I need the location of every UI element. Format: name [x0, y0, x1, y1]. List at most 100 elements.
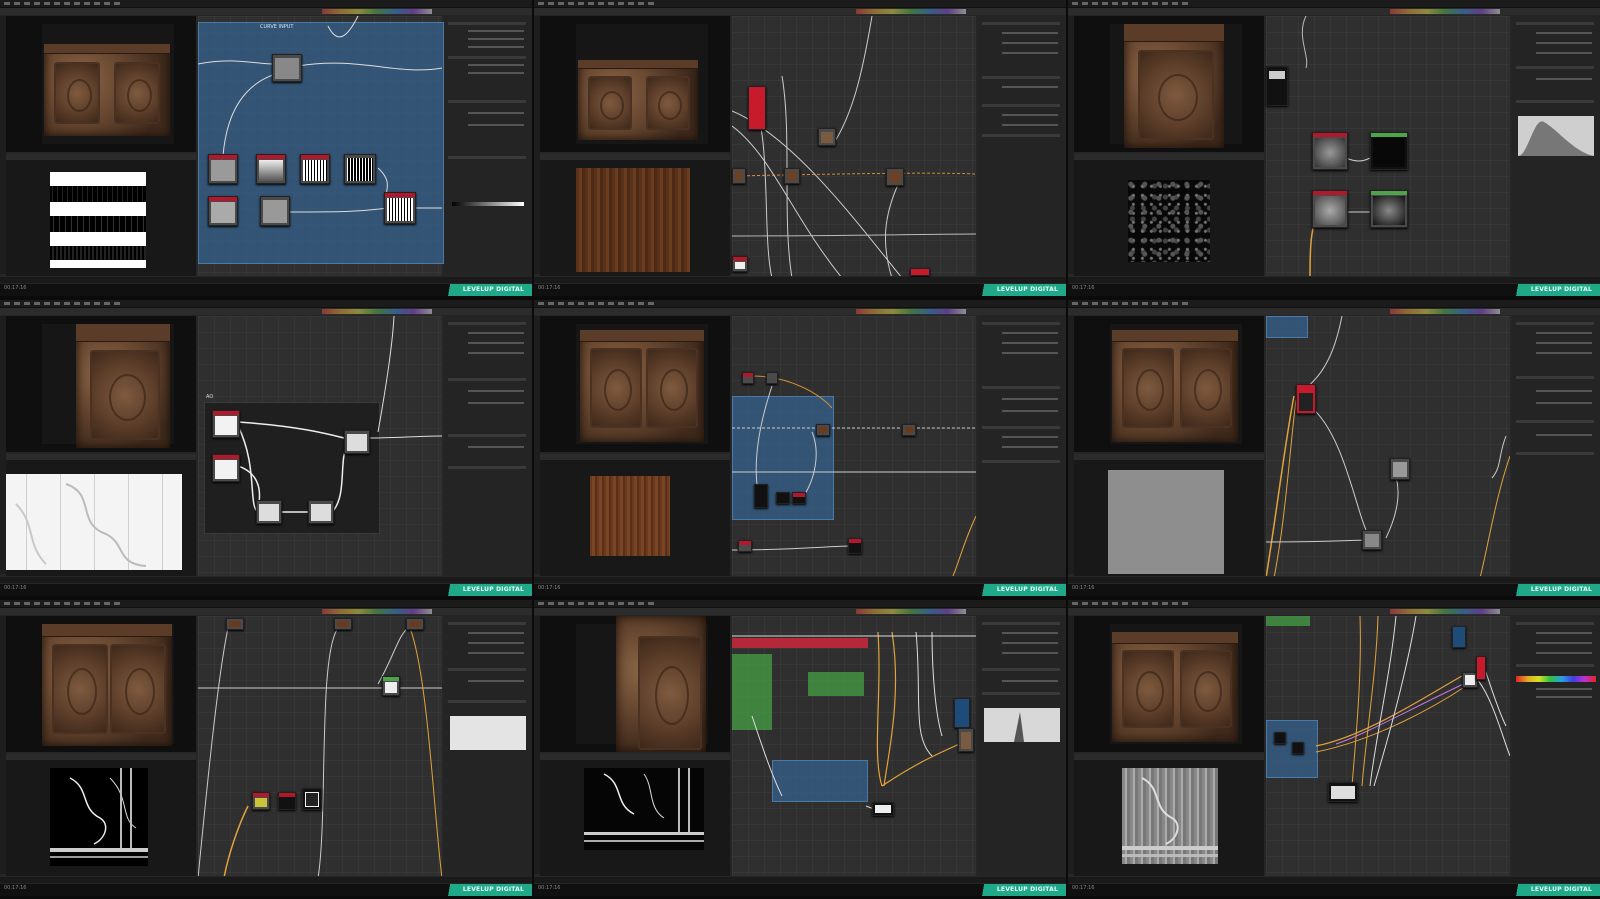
properties-panel[interactable]	[444, 16, 532, 276]
graph-node[interactable]	[256, 154, 286, 184]
graph-view[interactable]	[732, 616, 976, 876]
graph-node[interactable]	[766, 372, 778, 384]
graph-view[interactable]: CURVE INPUT	[198, 16, 444, 276]
graph-node[interactable]	[1328, 782, 1358, 802]
toolbar[interactable]	[534, 308, 1066, 315]
graph-node[interactable]	[1312, 132, 1348, 170]
graph-view[interactable]	[1266, 16, 1510, 276]
graph-node[interactable]	[272, 54, 302, 82]
menu-bar[interactable]	[1068, 600, 1600, 608]
menu-bar[interactable]	[1068, 0, 1600, 8]
menu-bar[interactable]	[534, 300, 1066, 308]
3d-view[interactable]	[1074, 16, 1264, 152]
graph-node[interactable]	[302, 788, 322, 810]
menu-bar[interactable]	[1068, 300, 1600, 308]
graph-node[interactable]	[910, 268, 930, 276]
properties-panel[interactable]	[978, 16, 1066, 276]
color-gradient-bar[interactable]	[1516, 676, 1596, 682]
graph-node[interactable]	[818, 128, 836, 146]
graph-view[interactable]: AO	[198, 316, 442, 576]
graph-node[interactable]	[954, 698, 970, 728]
properties-panel[interactable]	[444, 616, 532, 876]
graph-node[interactable]	[748, 86, 766, 130]
graph-node[interactable]	[334, 618, 352, 630]
graph-node[interactable]	[1476, 656, 1486, 680]
toolbar[interactable]	[1068, 308, 1600, 315]
2d-view[interactable]	[1074, 754, 1264, 876]
toolbar[interactable]	[534, 8, 1066, 15]
graph-node[interactable]	[1370, 132, 1408, 170]
3d-view[interactable]	[1074, 316, 1264, 452]
graph-view[interactable]	[1266, 316, 1510, 576]
graph-node[interactable]	[278, 792, 296, 810]
2d-view[interactable]	[1074, 154, 1264, 276]
graph-node[interactable]	[344, 430, 370, 454]
graph-node[interactable]	[260, 196, 290, 226]
graph-node[interactable]	[344, 154, 376, 184]
3d-view[interactable]	[1074, 616, 1264, 752]
graph-node[interactable]	[784, 168, 800, 184]
graph-node[interactable]	[872, 802, 894, 816]
3d-view[interactable]	[540, 16, 730, 152]
2d-view[interactable]	[540, 754, 730, 876]
toolbar[interactable]	[0, 308, 532, 315]
toolbar[interactable]	[1068, 608, 1600, 615]
properties-panel[interactable]	[1512, 316, 1600, 576]
2d-view[interactable]	[540, 454, 730, 576]
2d-view[interactable]	[6, 454, 196, 576]
graph-node[interactable]	[754, 484, 768, 508]
graph-node[interactable]	[1274, 732, 1286, 744]
graph-node[interactable]	[384, 192, 416, 224]
graph-node[interactable]	[738, 540, 752, 552]
graph-node[interactable]	[848, 538, 862, 554]
3d-view[interactable]	[6, 316, 196, 452]
toolbar[interactable]	[0, 8, 532, 15]
graph-node[interactable]	[1312, 190, 1348, 228]
graph-node[interactable]	[1452, 626, 1466, 648]
graph-node[interactable]	[792, 492, 806, 504]
graph-view[interactable]	[732, 16, 976, 276]
menu-bar[interactable]	[0, 300, 532, 308]
graph-node[interactable]	[212, 454, 240, 482]
2d-view[interactable]	[1074, 454, 1264, 576]
graph-node[interactable]	[886, 168, 904, 186]
graph-node[interactable]	[226, 618, 244, 630]
3d-view[interactable]	[540, 616, 730, 752]
graph-node[interactable]	[208, 154, 238, 184]
graph-view[interactable]	[1266, 616, 1510, 876]
graph-node[interactable]	[212, 410, 240, 438]
graph-node[interactable]	[1362, 530, 1382, 550]
menu-bar[interactable]	[0, 600, 532, 608]
graph-view[interactable]	[198, 616, 442, 876]
graph-node[interactable]	[742, 372, 754, 384]
menu-bar[interactable]	[534, 0, 1066, 8]
properties-panel[interactable]	[978, 316, 1066, 576]
graph-node[interactable]	[308, 500, 334, 524]
graph-node[interactable]	[776, 492, 790, 504]
properties-panel[interactable]	[978, 616, 1066, 876]
graph-node[interactable]	[1266, 66, 1288, 106]
graph-node[interactable]	[732, 256, 748, 272]
toolbar[interactable]	[0, 608, 532, 615]
graph-node[interactable]	[252, 792, 270, 810]
graph-node[interactable]	[1292, 742, 1304, 754]
2d-view[interactable]	[6, 154, 196, 276]
graph-node[interactable]	[1296, 384, 1316, 414]
graph-node[interactable]	[816, 424, 830, 436]
properties-panel[interactable]	[1512, 616, 1600, 876]
3d-view[interactable]	[540, 316, 730, 452]
graph-node[interactable]	[382, 676, 400, 696]
graph-node[interactable]	[1370, 190, 1408, 228]
graph-node[interactable]	[256, 500, 282, 524]
properties-panel[interactable]	[444, 316, 532, 576]
toolbar[interactable]	[534, 608, 1066, 615]
menu-bar[interactable]	[534, 600, 1066, 608]
graph-node[interactable]	[208, 196, 238, 226]
menu-bar[interactable]	[0, 0, 532, 8]
2d-view[interactable]	[540, 154, 730, 276]
2d-view[interactable]	[6, 754, 196, 876]
graph-view[interactable]	[732, 316, 976, 576]
graph-node[interactable]	[902, 424, 916, 436]
graph-node[interactable]	[1390, 458, 1410, 480]
graph-node[interactable]	[958, 728, 974, 752]
